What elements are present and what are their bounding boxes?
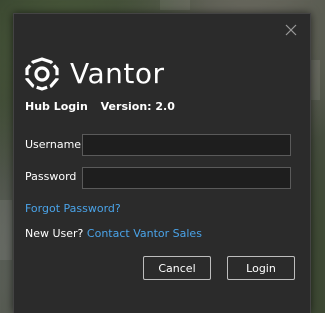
dialog-title: Hub Login (25, 100, 88, 113)
hub-login-dialog: Vantor Hub Login Version: 2.0 Username P… (13, 13, 311, 313)
cancel-button[interactable]: Cancel (143, 256, 211, 280)
dialog-header: Hub Login Version: 2.0 (25, 100, 175, 113)
cancel-button-label: Cancel (158, 261, 196, 275)
version-label: Version: 2.0 (100, 100, 175, 113)
map-texture (0, 200, 12, 260)
contact-sales-link[interactable]: Contact Vantor Sales (87, 227, 202, 240)
brand-name: Vantor (70, 57, 165, 90)
brand-logo: Vantor (24, 56, 165, 92)
username-input[interactable] (82, 134, 291, 156)
forgot-password-link[interactable]: Forgot Password? (25, 202, 121, 215)
username-label: Username (25, 138, 82, 151)
vantor-logo-icon (25, 57, 59, 91)
new-user-line: New User? Contact Vantor Sales (25, 227, 202, 240)
map-texture (160, 0, 190, 10)
close-icon[interactable] (284, 23, 298, 37)
password-input[interactable] (82, 167, 291, 189)
login-button[interactable]: Login (227, 256, 295, 280)
new-user-label: New User? (25, 227, 84, 240)
password-label: Password (25, 170, 77, 183)
login-button-label: Login (246, 261, 276, 275)
